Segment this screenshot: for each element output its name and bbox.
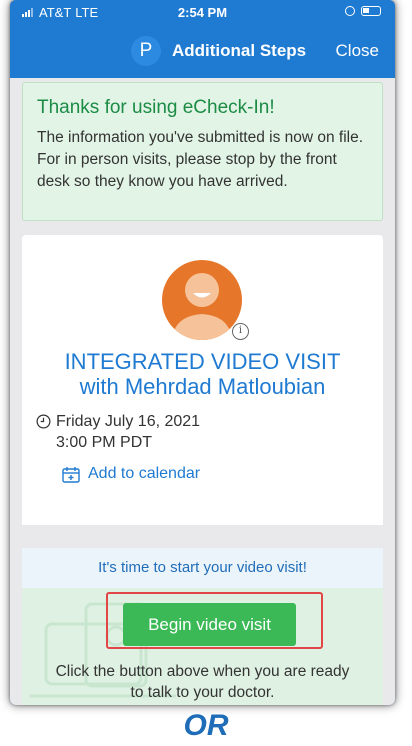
status-bar: AT&T LTE 2:54 PM	[10, 0, 395, 26]
location-icon	[345, 6, 355, 16]
close-button[interactable]: Close	[336, 41, 379, 61]
calendar-icon	[62, 466, 80, 483]
visit-time: 3:00 PM PDT	[56, 434, 153, 451]
confirmation-body: The information you've submitted is now …	[37, 129, 364, 190]
nav-bar: P Additional Steps Close	[10, 26, 395, 78]
visit-provider: with Mehrdad Matloubian	[79, 374, 326, 399]
visit-title: INTEGRATED VIDEO VISIT with Mehrdad Matl…	[22, 349, 383, 399]
or-caption: OR	[183, 709, 229, 742]
begin-video-visit-button[interactable]: Begin video visit	[123, 603, 296, 646]
visit-datetime: Friday July 16, 2021 3:00 PM PDT	[36, 411, 200, 453]
phone-screen: AT&T LTE 2:54 PM P Additional Steps Clos…	[10, 0, 395, 705]
visit-type: INTEGRATED VIDEO VISIT	[64, 349, 341, 374]
status-time: 2:54 PM	[177, 5, 228, 20]
add-to-calendar-label: Add to calendar	[88, 465, 201, 482]
person-icon	[172, 273, 232, 340]
provider-avatar	[162, 260, 242, 340]
helper-line-1: Click the button above when you are read…	[55, 663, 350, 680]
video-visit-banner: It's time to start your video visit!	[22, 548, 383, 588]
info-icon[interactable]: i	[232, 323, 249, 340]
page-title: Additional Steps	[172, 41, 307, 60]
page-content: Thanks for using eCheck-In! The informat…	[10, 78, 395, 705]
confirmation-title: Thanks for using eCheck-In!	[37, 97, 275, 118]
confirmation-panel: Thanks for using eCheck-In! The informat…	[22, 82, 383, 221]
visit-date: Friday July 16, 2021	[56, 413, 201, 430]
visit-card: i INTEGRATED VIDEO VISIT with Mehrdad Ma…	[22, 235, 383, 525]
clock-icon	[36, 414, 51, 429]
app-badge: P	[131, 36, 161, 66]
video-action-area: Begin video visit Click the button above…	[22, 588, 383, 705]
battery-icon	[361, 6, 381, 16]
add-to-calendar-link[interactable]: Add to calendar	[62, 465, 200, 483]
helper-line-2: to talk to your doctor.	[130, 684, 275, 701]
helper-text: Click the button above when you are read…	[22, 661, 383, 703]
